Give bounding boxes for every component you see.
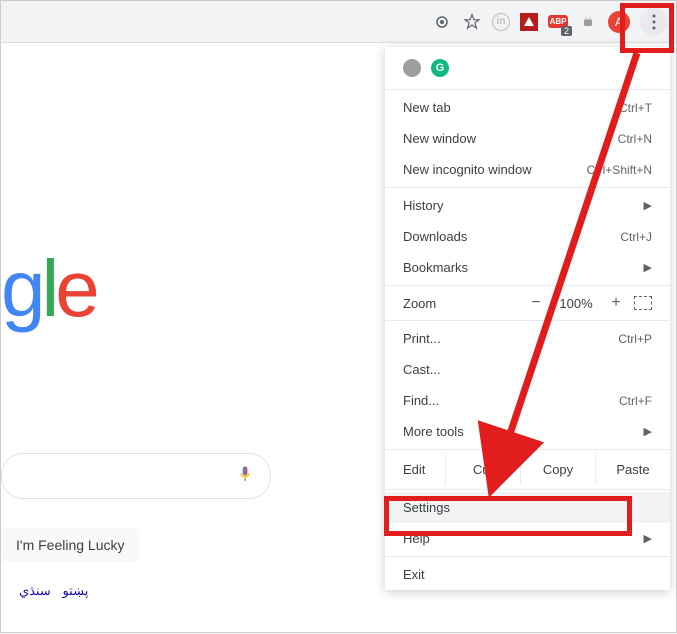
extension-badge: 2 bbox=[561, 26, 572, 36]
chrome-menu-button[interactable] bbox=[640, 8, 668, 36]
menu-cast[interactable]: Cast... bbox=[385, 354, 670, 385]
menu-more-tools[interactable]: More tools ▶ bbox=[385, 416, 670, 447]
menu-exit[interactable]: Exit bbox=[385, 559, 670, 590]
android-extension-icon[interactable] bbox=[578, 12, 598, 32]
chevron-right-icon: ▶ bbox=[644, 532, 652, 545]
menu-settings[interactable]: Settings bbox=[385, 492, 670, 523]
browser-toolbar: in ABP 2 A bbox=[1, 1, 676, 43]
extension-icon[interactable]: in bbox=[492, 13, 510, 31]
language-link[interactable]: پښتو bbox=[62, 583, 88, 598]
zoom-in-button[interactable]: + bbox=[604, 294, 628, 312]
menu-history[interactable]: History ▶ bbox=[385, 190, 670, 221]
pdf-extension-icon[interactable] bbox=[520, 13, 538, 31]
adblock-extension-icon[interactable]: ABP 2 bbox=[548, 12, 568, 32]
chevron-right-icon: ▶ bbox=[644, 199, 652, 212]
fullscreen-icon[interactable] bbox=[634, 296, 652, 310]
google-logo: gle bbox=[1, 243, 96, 335]
grammarly-icon[interactable]: G bbox=[431, 59, 449, 77]
chevron-right-icon: ▶ bbox=[644, 425, 652, 438]
menu-new-window[interactable]: New window Ctrl+N bbox=[385, 123, 670, 154]
menu-extensions-row: G bbox=[385, 55, 670, 87]
chevron-right-icon: ▶ bbox=[644, 261, 652, 274]
zoom-level: 100% bbox=[554, 296, 598, 311]
menu-downloads[interactable]: Downloads Ctrl+J bbox=[385, 221, 670, 252]
menu-print[interactable]: Print... Ctrl+P bbox=[385, 323, 670, 354]
site-info-icon[interactable] bbox=[432, 12, 452, 32]
search-input[interactable] bbox=[1, 453, 271, 499]
menu-zoom: Zoom − 100% + bbox=[385, 288, 670, 318]
chrome-menu: G New tab Ctrl+T New window Ctrl+N New i… bbox=[385, 47, 670, 590]
zoom-out-button[interactable]: − bbox=[524, 294, 548, 312]
menu-bookmarks[interactable]: Bookmarks ▶ bbox=[385, 252, 670, 283]
menu-new-tab[interactable]: New tab Ctrl+T bbox=[385, 92, 670, 123]
menu-help[interactable]: Help ▶ bbox=[385, 523, 670, 554]
menu-edit-row: Edit Cut Copy Paste bbox=[385, 452, 670, 487]
language-links: پښتو سنڌي bbox=[11, 583, 88, 599]
voice-search-icon[interactable] bbox=[236, 463, 254, 490]
menu-paste[interactable]: Paste bbox=[595, 454, 670, 485]
feeling-lucky-button[interactable]: I'm Feeling Lucky bbox=[1, 528, 140, 562]
language-link[interactable]: سنڌي bbox=[19, 583, 51, 598]
bookmark-star-icon[interactable] bbox=[462, 12, 482, 32]
menu-cut[interactable]: Cut bbox=[445, 454, 520, 485]
profile-avatar[interactable]: A bbox=[608, 11, 630, 33]
menu-copy[interactable]: Copy bbox=[520, 454, 595, 485]
globe-icon[interactable] bbox=[403, 59, 421, 77]
menu-find[interactable]: Find... Ctrl+F bbox=[385, 385, 670, 416]
menu-new-incognito[interactable]: New incognito window Ctrl+Shift+N bbox=[385, 154, 670, 185]
